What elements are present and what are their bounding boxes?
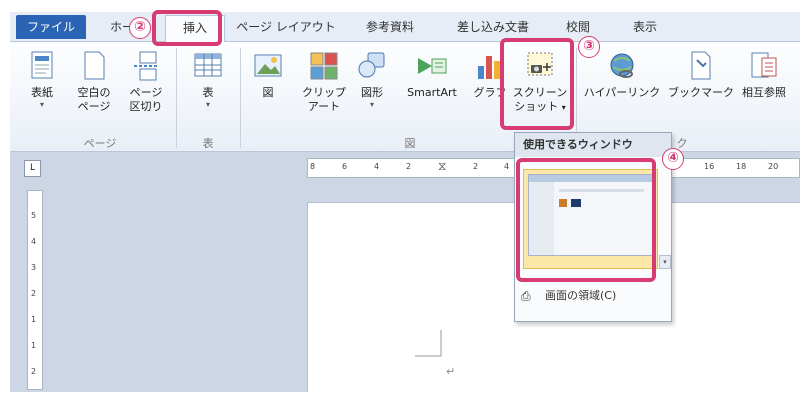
- screen-clipping-icon: ⎙: [521, 289, 531, 303]
- bookmark-label: ブックマーク: [668, 86, 734, 99]
- clip-art-icon: [308, 50, 340, 82]
- blank-page-label-1: 空白の: [77, 86, 111, 99]
- blank-page-button[interactable]: 空白の ページ: [70, 50, 118, 114]
- bookmark-icon: [684, 50, 716, 82]
- shapes-icon: [356, 50, 388, 82]
- ruler-tick: 1: [31, 341, 37, 350]
- page-break-label-1: ページ: [129, 86, 163, 99]
- group-label-table: 表: [202, 137, 214, 150]
- ruler-tick: 2: [31, 367, 37, 376]
- ruler-tick: 18: [736, 162, 747, 171]
- bottom-strip: [0, 392, 800, 419]
- blank-page-label-2: ページ: [77, 100, 111, 113]
- picture-button[interactable]: 図: [250, 50, 286, 100]
- page-break-button[interactable]: ページ 区切り: [122, 50, 170, 114]
- picture-label: 図: [262, 86, 274, 99]
- tab-references[interactable]: 参考資料: [355, 15, 425, 42]
- clip-art-label-2: アート: [307, 100, 341, 113]
- thumbnail-highlight: [516, 158, 656, 282]
- cover-page-label: 表紙: [31, 86, 53, 99]
- hyperlink-icon: [606, 50, 638, 82]
- cover-page-icon: [26, 50, 58, 82]
- smartart-icon: [416, 50, 448, 82]
- clip-art-label-1: クリップ: [302, 86, 346, 99]
- smartart-button[interactable]: SmartArt: [398, 50, 466, 100]
- ruler-tick: 2: [473, 162, 479, 171]
- smartart-label: SmartArt: [407, 86, 457, 99]
- ruler-tick: 16: [704, 162, 715, 171]
- group-separator: [176, 48, 177, 148]
- indent-marker-icon[interactable]: ⧖: [438, 159, 446, 174]
- hyperlink-label: ハイパーリンク: [583, 86, 661, 99]
- step-number-badge: ②: [129, 17, 151, 39]
- cover-page-button[interactable]: 表紙 ▾: [22, 50, 62, 110]
- ruler-tick: 4: [374, 162, 380, 171]
- table-icon: [192, 50, 224, 82]
- hyperlink-button[interactable]: ハイパーリンク: [582, 50, 662, 100]
- gallery-scroll-icon[interactable]: ▾: [659, 255, 671, 269]
- ruler-tick: 2: [31, 289, 37, 298]
- ruler-tick: 1: [31, 315, 37, 324]
- bookmark-button[interactable]: ブックマーク: [668, 50, 734, 100]
- ruler-tick: 20: [768, 162, 779, 171]
- ruler-tick: 4: [504, 162, 510, 171]
- shapes-label: 図形: [361, 86, 383, 99]
- page-break-icon: [130, 50, 162, 82]
- dropdown-arrow-icon: ▾: [205, 100, 210, 109]
- step-number-badge: ③: [578, 36, 600, 58]
- shapes-button[interactable]: 図形 ▾: [352, 50, 392, 110]
- screen-clipping-label: 画面の領域(C): [545, 289, 617, 302]
- page-break-label-2: 区切り: [129, 100, 163, 113]
- table-button[interactable]: 表 ▾: [188, 50, 228, 110]
- cross-reference-button[interactable]: 相互参照: [734, 50, 794, 100]
- dropdown-arrow-icon: ▾: [39, 100, 44, 109]
- ruler-tick: 4: [31, 237, 37, 246]
- insert-ribbon: 表紙 ▾ 空白の ページ ページ 区切り ページ 表 ▾ 表 図 クリップ アー…: [10, 42, 800, 152]
- ruler-tick: 6: [342, 162, 348, 171]
- cross-reference-label: 相互参照: [742, 86, 786, 99]
- available-windows-header: 使用できるウィンドウ: [515, 133, 671, 157]
- vertical-ruler[interactable]: 5 4 3 2 1 1 2: [27, 190, 43, 390]
- cross-reference-icon: [748, 50, 780, 82]
- screenshot-button-highlight: [500, 38, 574, 130]
- table-label: 表: [202, 86, 214, 99]
- insert-tab-highlight: [152, 10, 222, 46]
- screen-clipping-item[interactable]: ⎙ 画面の領域(C): [515, 285, 671, 307]
- ruler-tick: 8: [310, 162, 316, 171]
- paragraph-mark: ↵: [446, 365, 456, 378]
- group-label-pages: ページ: [83, 137, 117, 150]
- step-number-badge: ④: [662, 148, 684, 170]
- margin-corner-mark: [415, 330, 442, 357]
- ruler-tick: 3: [31, 263, 37, 272]
- tab-file[interactable]: ファイル: [16, 15, 86, 39]
- dropdown-arrow-icon: ▾: [369, 100, 374, 109]
- tab-view[interactable]: 表示: [620, 15, 670, 42]
- group-label-illustrations: 図: [404, 137, 416, 150]
- clip-art-button[interactable]: クリップ アート: [300, 50, 348, 114]
- blank-page-icon: [78, 50, 110, 82]
- tab-selector-icon[interactable]: L: [24, 160, 41, 177]
- tab-page-layout[interactable]: ページ レイアウト: [232, 15, 340, 42]
- ruler-tick: 2: [406, 162, 412, 171]
- ruler-tick: 5: [31, 211, 37, 220]
- group-separator: [240, 48, 241, 148]
- picture-icon: [252, 50, 284, 82]
